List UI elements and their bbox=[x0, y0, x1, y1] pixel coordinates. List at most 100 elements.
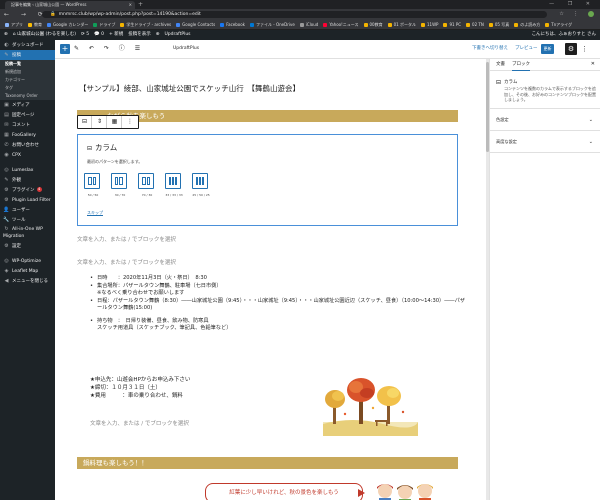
color-settings-panel[interactable]: 色設定 ⌄ bbox=[490, 109, 600, 131]
browser-action-icons[interactable]: ☆ ⋮ bbox=[559, 9, 594, 20]
submenu-item[interactable]: カテゴリー bbox=[0, 76, 55, 84]
admin-bar-item[interactable]: 投稿を表示 bbox=[128, 32, 151, 37]
submenu-item[interactable]: Taxonomy Order bbox=[0, 92, 55, 100]
sidebar-menu-item[interactable]: ✎ 外観 bbox=[0, 175, 55, 185]
editor-tool-icons[interactable]: ✎ ↶ ↷ ⓘ ☰ bbox=[74, 44, 144, 54]
sidebar-menu-item[interactable]: ◈ Leaflet Map bbox=[0, 266, 55, 276]
admin-bar-item[interactable]: UpdraftPlus bbox=[164, 32, 190, 37]
column-variation-button[interactable]: 25 / 50 / 25 bbox=[192, 173, 210, 197]
advanced-settings-panel[interactable]: 高度な設定 ⌄ bbox=[490, 131, 600, 153]
bookmark-item[interactable]: 05 写真 bbox=[488, 20, 510, 29]
sidebar-menu-item[interactable]: ↻ All-in-One WP Migration bbox=[0, 225, 55, 241]
align-icon[interactable]: ▦ bbox=[108, 116, 122, 128]
skip-link[interactable]: スキップ bbox=[87, 210, 103, 216]
sidebar-menu-item[interactable]: ◎ Lumeslax bbox=[0, 165, 55, 175]
column-variation-button[interactable]: 30 / 70 bbox=[111, 173, 129, 197]
sidebar-menu-item[interactable]: ✎ 投稿 bbox=[0, 50, 55, 60]
menu-icon: ◎ bbox=[4, 167, 9, 173]
tab-block[interactable]: ブロック bbox=[512, 59, 530, 71]
notes-block[interactable]: ★申込先：山遊会HPからお申込み下さい ★締切：１０月３１日（土） ★費用 ：車… bbox=[90, 376, 190, 400]
more-options-icon[interactable]: ⋮ bbox=[581, 44, 588, 54]
preview-button[interactable]: プレビュー bbox=[515, 44, 538, 54]
submenu-item[interactable]: 投稿一覧 bbox=[0, 60, 55, 68]
sidebar-menu-item[interactable]: ▤ 固定ページ bbox=[0, 110, 55, 120]
bookmark-item[interactable]: 91 PC bbox=[443, 20, 461, 29]
admin-bar-item[interactable]: ⊕ bbox=[4, 32, 8, 37]
bookmark-item[interactable]: 11WP bbox=[420, 20, 438, 29]
bookmark-item[interactable]: のよ読み方 bbox=[514, 20, 540, 29]
window-controls[interactable]: — ❐ ✕ bbox=[549, 0, 596, 9]
bookmark-item[interactable]: 教育 bbox=[28, 20, 42, 29]
new-tab-button[interactable]: + bbox=[138, 0, 143, 9]
bookmark-item[interactable]: Google Contacts bbox=[176, 20, 215, 29]
bookmark-item[interactable]: 00教育 bbox=[363, 20, 383, 29]
bookmark-label: 05 写真 bbox=[494, 22, 510, 27]
admin-bar-item[interactable]: ⟳ 5 bbox=[81, 32, 89, 37]
sidebar-menu-item[interactable]: ⚙ 設定 bbox=[0, 241, 55, 251]
column-variation-button[interactable]: 33 / 33 / 33 bbox=[165, 173, 183, 197]
post-title[interactable]: 【サンプル】綾部、山家城址公園でスケッチ山行 【舞鶴山遊会】 bbox=[79, 83, 300, 94]
sidebar-menu-item[interactable]: ⚙ プラグイン 4 bbox=[0, 185, 55, 195]
sidebar-menu-item[interactable]: ✉ コメント bbox=[0, 120, 55, 130]
sidebar-menu-item[interactable]: ▦ FooGallery bbox=[0, 130, 55, 140]
star-icon[interactable]: ☆ ⋮ bbox=[559, 11, 582, 17]
column-variation-label: 33 / 33 / 33 bbox=[165, 193, 183, 197]
sidebar-menu-item[interactable]: ◎ WP-Optimize bbox=[0, 256, 55, 266]
avatar[interactable] bbox=[588, 10, 594, 17]
bookmark-icon bbox=[176, 23, 181, 27]
bookmark-item[interactable]: 02 TN bbox=[466, 20, 484, 29]
speech-bubble[interactable]: 紅葉に少し早いけれど、秋の景色を楽しもう bbox=[205, 483, 363, 500]
admin-greeting[interactable]: こんにちは、ふぁおりすと さん bbox=[532, 30, 596, 40]
move-block-icon[interactable]: ⇕ bbox=[93, 116, 107, 128]
admin-bar-item[interactable]: + 新規 bbox=[109, 32, 123, 37]
update-button[interactable]: 更新 bbox=[541, 44, 554, 54]
tab-document[interactable]: 文書 bbox=[496, 59, 505, 70]
submenu-item[interactable]: 新規追加 bbox=[0, 68, 55, 76]
close-icon[interactable]: ✕ bbox=[591, 59, 595, 70]
block-type-icon[interactable]: ⊟ bbox=[78, 116, 92, 128]
bookmark-icon bbox=[363, 23, 368, 27]
paragraph-placeholder[interactable]: 文章を入力、または / でブロックを選択 bbox=[90, 419, 189, 427]
block-options-icon[interactable]: ⋮ bbox=[123, 116, 137, 128]
block-toolbar: ⊟ ⇕ ▦ ⋮ bbox=[77, 115, 139, 129]
column-variation-label: 30 / 70 bbox=[114, 193, 126, 197]
settings-gear-icon[interactable]: ⚙ bbox=[565, 43, 577, 55]
add-block-button[interactable]: + bbox=[60, 44, 70, 54]
sidebar-menu-item[interactable]: 👤 ユーザー bbox=[0, 205, 55, 215]
bookmark-item[interactable]: Yahoo!ニュース bbox=[323, 20, 359, 29]
updraftplus-label[interactable]: UpdraftPlus bbox=[173, 44, 199, 54]
bookmark-item[interactable]: Google カレンダー bbox=[47, 20, 88, 29]
url-field[interactable]: 🔒 mnmrsc.club/wp/wp-admin/post.php?post=1… bbox=[42, 11, 547, 18]
paragraph-placeholder[interactable]: 文章を入力、または / でブロックを選択 bbox=[77, 258, 176, 266]
bookmark-item[interactable]: ファイル - OneDrive bbox=[249, 20, 295, 29]
browser-tab[interactable]: 記事を編集 ‹ 山家城山公園 — WordPress × bbox=[5, 1, 135, 9]
bookmark-item[interactable]: 学生ドライブ - archives bbox=[120, 20, 171, 29]
menu-label: 設定 bbox=[12, 244, 21, 249]
sidebar-menu-item[interactable]: ◀ メニューを閉じる bbox=[0, 276, 55, 286]
bookmark-item[interactable]: 01 ポータル bbox=[387, 20, 416, 29]
sidebar-menu-item[interactable]: ✆ お問い合わせ bbox=[0, 140, 55, 150]
sidebar-menu-item[interactable]: ⚙ Plugin Load Filter bbox=[0, 195, 55, 205]
switch-to-draft-button[interactable]: 下書きへ切り替え bbox=[472, 44, 508, 54]
tab-close-icon[interactable]: × bbox=[129, 1, 132, 9]
sidebar-menu-item[interactable]: ◉ CPX bbox=[0, 150, 55, 160]
sidebar-menu-item[interactable]: 🔧 ツール bbox=[0, 215, 55, 225]
event-details-list[interactable]: 日時 ：2020年11月3日（火・祭日） 8:30集合場所：パザールタウン舞鶴、… bbox=[90, 275, 470, 333]
menu-icon: 👤 bbox=[3, 207, 10, 213]
admin-bar-item[interactable]: ⊕ bbox=[156, 32, 160, 37]
submenu-item[interactable]: タグ bbox=[0, 84, 55, 92]
bookmark-item[interactable]: アプリ bbox=[5, 20, 23, 29]
admin-bar-item[interactable]: ⌂ 山家城山公園 (わるを楽しむ) bbox=[13, 32, 76, 37]
bookmark-item[interactable]: ドライブ bbox=[93, 20, 115, 29]
bookmark-item[interactable]: Facebook bbox=[220, 20, 245, 29]
section-heading[interactable]: 鍋料理も楽しもう！！ bbox=[77, 457, 458, 469]
column-variation-button[interactable]: 50 / 50 bbox=[84, 173, 102, 197]
column-variation-button[interactable]: 70 / 30 bbox=[138, 173, 156, 197]
sidebar-menu-item[interactable]: ◐ ダッシュボード bbox=[0, 40, 55, 50]
bookmark-item[interactable]: Tnアライグ bbox=[545, 20, 572, 29]
paragraph-placeholder[interactable]: 文章を入力、または / でブロックを選択 bbox=[77, 235, 176, 243]
sidebar-menu-item[interactable]: ▣ メディア bbox=[0, 100, 55, 110]
columns-block-placeholder[interactable]: ⊟ カラム 最初のパターンを選択します。 50 / 50 30 / 70 70 / 3… bbox=[77, 134, 458, 226]
bookmark-item[interactable]: iCloud bbox=[299, 20, 318, 29]
admin-bar-item[interactable]: 💬 0 bbox=[94, 32, 104, 37]
